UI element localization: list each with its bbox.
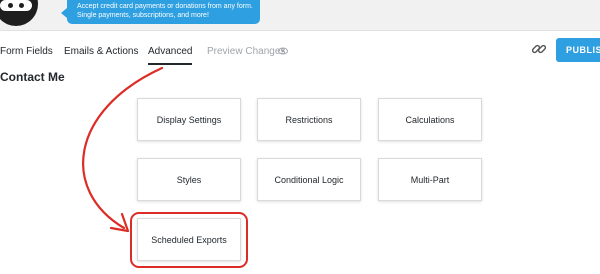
form-title: Contact Me (0, 70, 65, 84)
card-conditional-logic[interactable]: Conditional Logic (257, 158, 361, 201)
ninja-logo[interactable] (0, 0, 38, 26)
card-multi-part[interactable]: Multi-Part (378, 158, 482, 201)
tab-advanced[interactable]: Advanced (148, 46, 193, 65)
eye-icon (278, 47, 288, 57)
logo-eye-left (8, 3, 13, 8)
annotation-highlight-box (130, 212, 248, 268)
publish-button[interactable]: PUBLIS (556, 38, 600, 62)
promo-banner[interactable]: Accept credit card payments or donations… (67, 0, 260, 24)
tab-emails-actions[interactable]: Emails & Actions (64, 46, 138, 57)
tab-form-fields[interactable]: Form Fields (0, 46, 53, 57)
card-calculations[interactable]: Calculations (378, 98, 482, 141)
card-restrictions[interactable]: Restrictions (257, 98, 361, 141)
logo-band (0, 0, 32, 11)
logo-eye-right (19, 3, 24, 8)
card-display-settings[interactable]: Display Settings (137, 98, 241, 141)
tab-preview-changes[interactable]: Preview Changes (207, 46, 285, 57)
link-icon[interactable] (530, 40, 548, 58)
top-bar: Accept credit card payments or donations… (0, 0, 600, 31)
promo-text: Accept credit card payments or donations… (77, 3, 253, 19)
card-styles[interactable]: Styles (137, 158, 241, 201)
